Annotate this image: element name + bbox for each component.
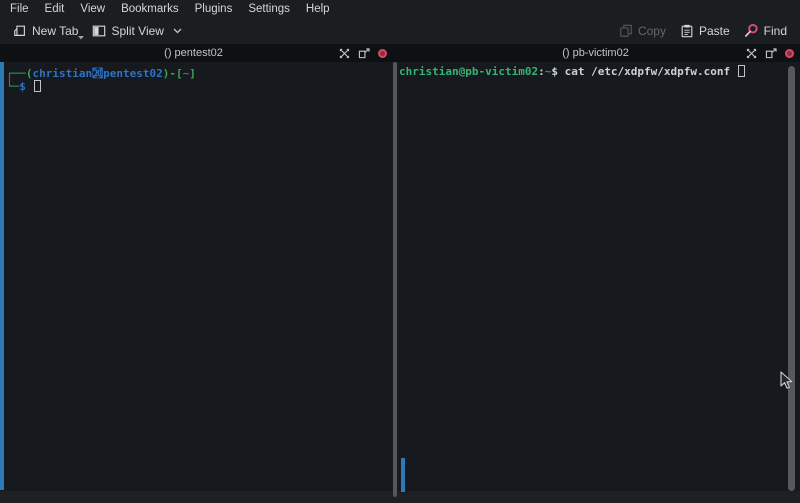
right-pane-scrollbar-thumb[interactable] — [401, 458, 405, 492]
terminal-pb-victim02[interactable]: christian@pb-victim02:~$ cat /etc/xdpfw/… — [393, 62, 800, 491]
new-tab-icon — [13, 24, 27, 38]
menu-settings[interactable]: Settings — [240, 2, 298, 16]
close-pane-button[interactable] — [785, 49, 794, 58]
prompt-colon: : — [538, 65, 545, 78]
maximize-pane-icon[interactable] — [339, 48, 350, 59]
pane-title-bar: () pentest02 () pb-victim02 — [0, 44, 800, 62]
pane-title-pentest02: () pentest02 — [164, 47, 223, 59]
find-button[interactable]: Find — [737, 20, 794, 41]
split-view-label: Split View — [111, 24, 163, 38]
prompt-symbol: $ — [19, 80, 32, 93]
terminal-pentest02[interactable]: ┌──(christian㉉pentest02)-[~]└─$ — [0, 62, 393, 491]
menu-file[interactable]: File — [2, 2, 37, 16]
close-pane-button[interactable] — [378, 49, 387, 58]
paste-button[interactable]: Paste — [673, 21, 737, 41]
new-tab-button[interactable]: New Tab — [6, 21, 85, 41]
copy-icon — [619, 24, 633, 38]
detach-pane-icon[interactable] — [765, 48, 777, 59]
terminal-pentest02-text: ┌──(christian㉉pentest02)-[~]└─$ — [0, 62, 393, 93]
pane-header-pentest02[interactable]: () pentest02 — [0, 44, 393, 62]
menu-plugins[interactable]: Plugins — [187, 2, 241, 16]
pane-header-pb-victim02[interactable]: () pb-victim02 — [397, 44, 800, 62]
prompt-symbol: $ — [551, 65, 564, 78]
find-icon — [744, 23, 759, 38]
paste-icon — [680, 24, 694, 38]
find-label: Find — [764, 24, 787, 38]
window-bottom-edge — [0, 491, 800, 503]
pane-title-pb-victim02: () pb-victim02 — [562, 47, 629, 59]
prompt-frame: ] — [189, 67, 196, 80]
mouse-cursor — [780, 371, 793, 390]
menu-bookmarks[interactable]: Bookmarks — [113, 2, 187, 16]
terminal-cursor — [34, 80, 41, 92]
menu-help[interactable]: Help — [298, 2, 338, 16]
header-icons-left — [223, 48, 393, 59]
terminal-pb-victim02-text: christian@pb-victim02:~$ cat /etc/xdpfw/… — [393, 62, 800, 78]
split-divider-handle[interactable] — [393, 62, 397, 497]
paste-label: Paste — [699, 24, 730, 38]
right-edge-scrollbar-thumb[interactable] — [788, 66, 795, 491]
konsole-window: File Edit View Bookmarks Plugins Setting… — [0, 0, 800, 503]
prompt-frame: ┌──( — [6, 67, 33, 80]
menu-bar: File Edit View Bookmarks Plugins Setting… — [0, 0, 800, 17]
prompt-user-host: christian㉉pentest02 — [33, 67, 163, 80]
prompt-user-host: christian@pb-victim02 — [399, 65, 538, 78]
maximize-pane-icon[interactable] — [746, 48, 757, 59]
new-tab-label: New Tab — [32, 24, 78, 38]
menu-edit[interactable]: Edit — [37, 2, 73, 16]
copy-button[interactable]: Copy — [612, 21, 673, 41]
left-pane-scrollbar-thumb[interactable] — [0, 62, 4, 490]
detach-pane-icon[interactable] — [358, 48, 370, 59]
menu-view[interactable]: View — [72, 2, 113, 16]
terminal-area: ┌──(christian㉉pentest02)-[~]└─$ christia… — [0, 62, 800, 491]
chevron-down-icon — [173, 28, 182, 34]
header-icons-right — [629, 48, 800, 59]
copy-label: Copy — [638, 24, 666, 38]
prompt-frame: )-[ — [163, 67, 183, 80]
terminal-cursor — [738, 65, 745, 77]
split-view-button[interactable]: Split View — [85, 21, 188, 41]
prompt-frame: └─ — [6, 80, 19, 93]
typed-command: cat /etc/xdpfw/xdpfw.conf — [565, 65, 737, 78]
toolbar: New Tab Split View Copy — [0, 17, 800, 44]
new-tab-dropdown-caret-icon — [78, 36, 84, 40]
split-view-icon — [92, 24, 106, 38]
